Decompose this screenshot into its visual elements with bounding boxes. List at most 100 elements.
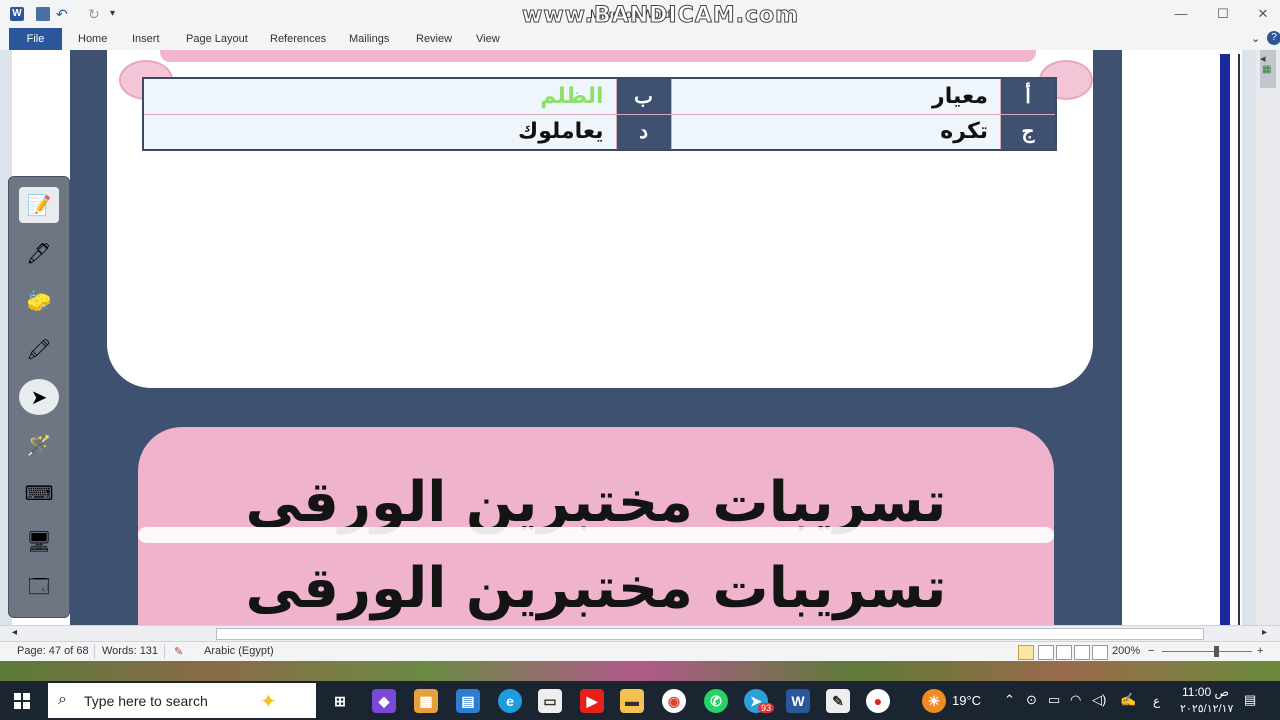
banner-text[interactable]: تسريبات مختبرين الورقى (138, 470, 1054, 535)
redo-icon[interactable]: ↻ (88, 7, 102, 21)
windows-start-icon[interactable] (14, 693, 30, 709)
answer-options-table: الظلم ب معيار أ يعاملوك د تكره ج (142, 77, 1057, 151)
tab-home[interactable]: Home (78, 28, 107, 50)
word-taskbar-icon[interactable]: W (786, 689, 810, 713)
document-page[interactable]: الظلم ب معيار أ يعاملوك د تكره ج تسريبات… (12, 50, 1242, 625)
tab-view[interactable]: View (476, 28, 500, 50)
keyboard-icon[interactable]: ⌨ (19, 475, 59, 511)
status-bar: Page: 47 of 68 Words: 131 ✎ Arabic (Egyp… (0, 641, 1280, 662)
pen-input-icon[interactable]: ✍ (1120, 692, 1136, 708)
proofing-icon[interactable]: ✎ (174, 645, 183, 658)
option-text-highlighted: الظلم (540, 83, 604, 109)
word-count[interactable]: Words: 131 (102, 645, 158, 657)
print-layout-view-icon[interactable] (1018, 645, 1034, 660)
page-border (1220, 54, 1230, 625)
pen-icon[interactable]: 🖊 (19, 235, 59, 271)
divider (94, 644, 95, 659)
scrollbar-thumb[interactable] (216, 628, 1204, 640)
option-letter: ب (615, 77, 672, 115)
annotation-toolbar: 📝 🖊 🧽 🖍 ➤ 🪄 ⌨ 🖥 🗔 (8, 176, 70, 618)
zoom-slider-thumb[interactable] (1214, 646, 1219, 657)
option-letter: د (615, 113, 672, 151)
pointer-icon[interactable]: ➤ (19, 379, 59, 415)
maximize-button[interactable]: ☐ (1208, 6, 1238, 22)
keyboard-language[interactable]: ع (1153, 694, 1160, 708)
horizontal-scrollbar[interactable]: ◂ ▸ (0, 625, 1280, 642)
laser-pointer-icon[interactable]: 🪄 (19, 427, 59, 463)
help-icon[interactable]: ? (1267, 31, 1280, 45)
zoom-in-button[interactable]: + (1257, 645, 1263, 657)
clock-time[interactable]: 11:00 ص (1182, 685, 1229, 699)
chrome-icon[interactable]: ◉ (662, 689, 686, 713)
desktop-wallpaper (0, 661, 1280, 681)
recording-watermark: www.BANDICAM.com (521, 3, 800, 29)
close-button[interactable]: ✕ (1248, 6, 1278, 22)
taskbar: ⌕ Type here to search ✦ ⊞ ◆ ▦ ▤ e ▭ ▶ ▬ … (0, 681, 1280, 720)
store-icon[interactable]: ▦ (414, 689, 438, 713)
undo-icon[interactable]: ↶ (56, 7, 70, 21)
camera-icon[interactable]: ⊙ (1026, 692, 1037, 708)
tab-page-layout[interactable]: Page Layout (186, 28, 248, 50)
tab-review[interactable]: Review (416, 28, 452, 50)
network-icon[interactable]: ▭ (1048, 692, 1060, 708)
option-letter: أ (1000, 77, 1057, 115)
settings-icon[interactable]: 🗔 (19, 571, 59, 607)
tab-mailings[interactable]: Mailings (349, 28, 389, 50)
scroll-left-icon[interactable]: ◂ (12, 627, 17, 638)
vertical-scrollbar[interactable]: ◂ ▦ (1256, 50, 1280, 625)
option-text[interactable]: يعاملوك (142, 113, 617, 151)
copilot-icon[interactable]: ◆ (372, 689, 396, 713)
record-icon[interactable]: ● (866, 689, 890, 713)
save-icon[interactable] (36, 7, 50, 21)
option-text[interactable]: الظلم (142, 77, 617, 115)
file-explorer-icon[interactable]: ▬ (620, 689, 644, 713)
tab-insert[interactable]: Insert (132, 28, 160, 50)
ribbon-tabs: File Home Insert Page Layout References … (0, 28, 1280, 51)
volume-icon[interactable]: ◁) (1092, 692, 1106, 708)
tab-file[interactable]: File (9, 28, 62, 50)
title-bar: W ↶ ↻ ▾ Microsoft Word www.BANDICAM.com … (0, 0, 1280, 29)
news-icon[interactable]: ▤ (456, 689, 480, 713)
weather-icon[interactable]: ☀ (922, 689, 946, 713)
edge-icon[interactable]: e (498, 689, 522, 713)
page-count[interactable]: Page: 47 of 68 (17, 645, 89, 657)
whatsapp-icon[interactable]: ✆ (704, 689, 728, 713)
zoom-slider[interactable] (1162, 651, 1252, 652)
youtube-icon[interactable]: ▶ (580, 689, 604, 713)
page-border-thin (1238, 54, 1240, 625)
clock-date[interactable]: ٢٠٢٥/١٢/١٧ (1180, 702, 1233, 715)
word-app-icon[interactable]: W (10, 7, 24, 21)
outline-view-icon[interactable] (1074, 645, 1090, 660)
sparkle-icon: ✦ (260, 691, 277, 713)
option-text[interactable]: معيار (670, 77, 1002, 115)
chevron-down-icon[interactable]: ⌄ (1251, 32, 1260, 45)
task-view-icon[interactable]: ⊞ (328, 689, 352, 713)
highlighter-icon[interactable]: 🖍 (19, 331, 59, 367)
customize-toolbar-icon[interactable]: ▾ (110, 7, 124, 21)
whiteboard-taskbar-icon[interactable]: ✎ (826, 689, 850, 713)
language-indicator[interactable]: Arabic (Egypt) (204, 645, 274, 657)
minimize-button[interactable]: — (1166, 6, 1196, 22)
full-screen-view-icon[interactable] (1038, 645, 1054, 660)
zoom-level[interactable]: 200% (1112, 645, 1140, 657)
chevron-up-icon[interactable]: ⌃ (1004, 692, 1015, 708)
wifi-icon[interactable]: ◠ (1070, 692, 1081, 708)
banner-text[interactable]: تسريبات مختبرين الورقى (138, 556, 1054, 621)
tab-references[interactable]: References (270, 28, 326, 50)
taskbar-search[interactable]: ⌕ Type here to search ✦ (48, 683, 316, 718)
scroll-right-icon[interactable]: ▸ (1262, 627, 1267, 638)
whiteboard-icon[interactable]: 📝 (19, 187, 59, 223)
zoom-out-button[interactable]: − (1148, 645, 1154, 657)
web-layout-view-icon[interactable] (1056, 645, 1072, 660)
draft-view-icon[interactable] (1092, 645, 1108, 660)
eraser-icon[interactable]: 🧽 (19, 283, 59, 319)
screen-capture-icon[interactable]: 🖥 (19, 523, 59, 559)
option-text[interactable]: تكره (670, 113, 1002, 151)
grid-icon[interactable]: ▦ (1262, 64, 1271, 75)
search-input[interactable]: Type here to search (84, 693, 208, 709)
notification-badge: 93 (758, 703, 775, 713)
temperature[interactable]: 19°C (952, 693, 981, 708)
banner-divider (138, 527, 1054, 543)
file-icon[interactable]: ▭ (538, 689, 562, 713)
notification-center-icon[interactable]: ▤ (1244, 692, 1256, 708)
